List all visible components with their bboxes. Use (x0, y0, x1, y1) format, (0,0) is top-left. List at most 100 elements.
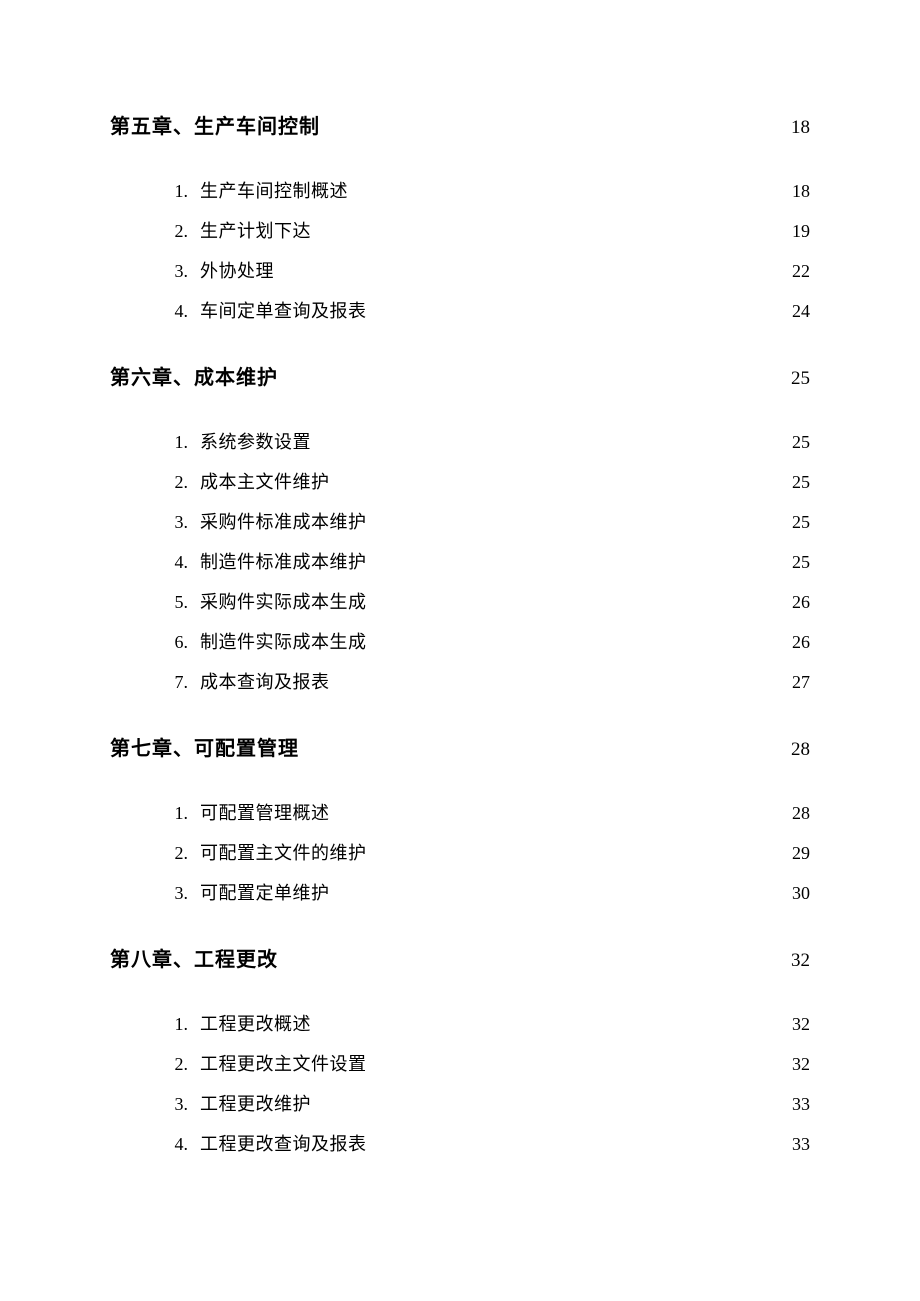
section-row: 2. 工程更改主文件设置 32 (160, 1050, 810, 1076)
section-title: 成本查询及报表 (200, 668, 330, 694)
section-page: 25 (792, 512, 810, 533)
section-row: 2. 可配置主文件的维护 29 (160, 839, 810, 865)
section-left: 1. 系统参数设置 (160, 428, 311, 454)
chapter-header: 第八章、工程更改 32 (110, 943, 810, 972)
section-title: 工程更改概述 (200, 1010, 311, 1036)
chapter-title: 第八章、工程更改 (110, 943, 278, 972)
section-row: 6. 制造件实际成本生成 26 (160, 628, 810, 654)
section-row: 1. 工程更改概述 32 (160, 1010, 810, 1036)
section-row: 3. 工程更改维护 33 (160, 1090, 810, 1116)
section-title: 可配置主文件的维护 (200, 839, 367, 865)
section-page: 32 (792, 1054, 810, 1075)
sections-list: 1. 工程更改概述 32 2. 工程更改主文件设置 32 3. 工程更改维护 3… (110, 1010, 810, 1156)
section-page: 18 (792, 181, 810, 202)
section-page: 19 (792, 221, 810, 242)
section-num: 2. (160, 221, 188, 242)
chapter-block: 第五章、生产车间控制 18 1. 生产车间控制概述 18 2. 生产计划下达 1… (110, 110, 810, 323)
chapter-header: 第七章、可配置管理 28 (110, 732, 810, 761)
section-title: 采购件实际成本生成 (200, 588, 367, 614)
section-left: 1. 可配置管理概述 (160, 799, 330, 825)
section-num: 2. (160, 1054, 188, 1075)
section-row: 7. 成本查询及报表 27 (160, 668, 810, 694)
section-left: 2. 工程更改主文件设置 (160, 1050, 367, 1076)
section-num: 1. (160, 803, 188, 824)
section-page: 25 (792, 432, 810, 453)
section-num: 1. (160, 1014, 188, 1035)
section-left: 3. 工程更改维护 (160, 1090, 311, 1116)
section-page: 30 (792, 883, 810, 904)
section-left: 1. 工程更改概述 (160, 1010, 311, 1036)
section-title: 外协处理 (200, 257, 274, 283)
section-page: 28 (792, 803, 810, 824)
sections-list: 1. 生产车间控制概述 18 2. 生产计划下达 19 3. 外协处理 22 (110, 177, 810, 323)
section-left: 2. 生产计划下达 (160, 217, 311, 243)
chapter-block: 第八章、工程更改 32 1. 工程更改概述 32 2. 工程更改主文件设置 32 (110, 943, 810, 1156)
section-left: 3. 外协处理 (160, 257, 274, 283)
section-title: 采购件标准成本维护 (200, 508, 367, 534)
section-page: 25 (792, 552, 810, 573)
chapter-block: 第六章、成本维护 25 1. 系统参数设置 25 2. 成本主文件维护 25 (110, 361, 810, 694)
chapter-header: 第五章、生产车间控制 18 (110, 110, 810, 139)
chapter-title: 第七章、可配置管理 (110, 732, 299, 761)
section-left: 5. 采购件实际成本生成 (160, 588, 367, 614)
chapter-block: 第七章、可配置管理 28 1. 可配置管理概述 28 2. 可配置主文件的维护 … (110, 732, 810, 905)
section-row: 1. 生产车间控制概述 18 (160, 177, 810, 203)
section-row: 1. 可配置管理概述 28 (160, 799, 810, 825)
section-left: 4. 制造件标准成本维护 (160, 548, 367, 574)
section-left: 1. 生产车间控制概述 (160, 177, 348, 203)
section-title: 车间定单查询及报表 (200, 297, 367, 323)
section-page: 25 (792, 472, 810, 493)
section-left: 7. 成本查询及报表 (160, 668, 330, 694)
section-title: 可配置定单维护 (200, 879, 330, 905)
section-title: 生产车间控制概述 (200, 177, 348, 203)
chapter-page: 32 (791, 950, 810, 972)
section-num: 3. (160, 512, 188, 533)
section-left: 2. 可配置主文件的维护 (160, 839, 367, 865)
section-title: 成本主文件维护 (200, 468, 330, 494)
chapter-page: 25 (791, 368, 810, 390)
section-page: 33 (792, 1094, 810, 1115)
section-row: 3. 采购件标准成本维护 25 (160, 508, 810, 534)
section-page: 33 (792, 1134, 810, 1155)
section-page: 29 (792, 843, 810, 864)
chapter-title: 第五章、生产车间控制 (110, 110, 320, 139)
section-page: 32 (792, 1014, 810, 1035)
section-row: 4. 制造件标准成本维护 25 (160, 548, 810, 574)
section-page: 27 (792, 672, 810, 693)
section-row: 3. 可配置定单维护 30 (160, 879, 810, 905)
section-left: 3. 采购件标准成本维护 (160, 508, 367, 534)
chapter-header: 第六章、成本维护 25 (110, 361, 810, 390)
section-left: 6. 制造件实际成本生成 (160, 628, 367, 654)
chapter-page: 18 (791, 117, 810, 139)
section-num: 2. (160, 472, 188, 493)
section-num: 5. (160, 592, 188, 613)
section-title: 工程更改维护 (200, 1090, 311, 1116)
sections-list: 1. 系统参数设置 25 2. 成本主文件维护 25 3. 采购件标准成本维护 … (110, 428, 810, 694)
section-num: 1. (160, 181, 188, 202)
section-title: 系统参数设置 (200, 428, 311, 454)
section-num: 4. (160, 301, 188, 322)
section-title: 制造件实际成本生成 (200, 628, 367, 654)
section-num: 1. (160, 432, 188, 453)
section-page: 26 (792, 592, 810, 613)
section-page: 26 (792, 632, 810, 653)
section-row: 1. 系统参数设置 25 (160, 428, 810, 454)
section-row: 2. 生产计划下达 19 (160, 217, 810, 243)
section-num: 3. (160, 1094, 188, 1115)
section-num: 3. (160, 261, 188, 282)
toc-content: 第五章、生产车间控制 18 1. 生产车间控制概述 18 2. 生产计划下达 1… (0, 0, 920, 1156)
sections-list: 1. 可配置管理概述 28 2. 可配置主文件的维护 29 3. 可配置定单维护… (110, 799, 810, 905)
section-row: 5. 采购件实际成本生成 26 (160, 588, 810, 614)
section-row: 2. 成本主文件维护 25 (160, 468, 810, 494)
chapter-page: 28 (791, 739, 810, 761)
section-num: 4. (160, 552, 188, 573)
section-title: 工程更改主文件设置 (200, 1050, 367, 1076)
section-title: 生产计划下达 (200, 217, 311, 243)
section-num: 3. (160, 883, 188, 904)
section-title: 可配置管理概述 (200, 799, 330, 825)
section-row: 4. 车间定单查询及报表 24 (160, 297, 810, 323)
section-page: 22 (792, 261, 810, 282)
section-num: 4. (160, 1134, 188, 1155)
section-left: 4. 车间定单查询及报表 (160, 297, 367, 323)
section-row: 3. 外协处理 22 (160, 257, 810, 283)
